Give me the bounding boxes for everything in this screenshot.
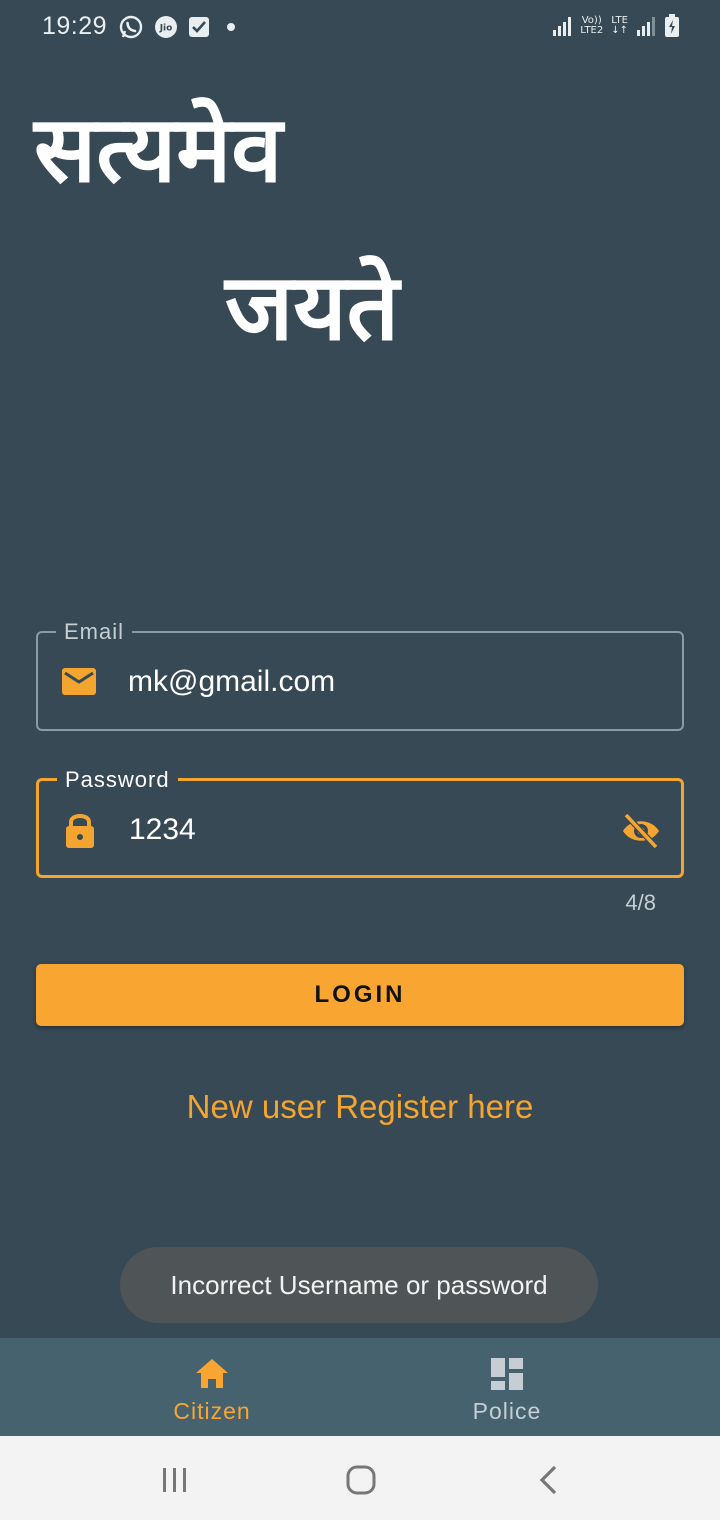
signal-icon <box>553 17 572 36</box>
bottom-navigation: Citizen Police <box>0 1338 720 1436</box>
eye-off-icon[interactable] <box>621 811 661 851</box>
password-field[interactable]: Password 1234 <box>36 767 684 878</box>
status-notification-icons: Jio <box>118 14 242 40</box>
hero-title-line-2: जयते <box>225 254 400 361</box>
whatsapp-icon <box>119 15 143 39</box>
nav-item-police[interactable]: Police <box>407 1338 607 1436</box>
home-icon <box>196 1359 228 1388</box>
system-navigation-bar <box>0 1436 720 1520</box>
status-time: 19:29 <box>42 12 108 40</box>
back-icon[interactable] <box>536 1464 562 1496</box>
login-button[interactable]: LOGIN <box>36 964 684 1026</box>
status-system-icons: Vo)) LTE2 LTE ↓↑ <box>552 14 680 38</box>
password-counter: 4/8 <box>625 890 656 915</box>
register-link[interactable]: New user Register here <box>0 1088 720 1126</box>
toast-message: Incorrect Username or password <box>170 1269 548 1300</box>
jio-icon: Jio <box>155 16 177 38</box>
volte-bottom-label: LTE2 <box>580 25 604 36</box>
svg-text:Jio: Jio <box>159 24 173 34</box>
password-value[interactable]: 1234 <box>129 813 196 847</box>
mail-icon <box>62 668 96 695</box>
password-label: Password <box>57 767 178 793</box>
arrows-glyph: ↓↑ <box>611 25 628 36</box>
task-check-icon <box>189 17 209 37</box>
lock-icon <box>66 814 94 848</box>
error-toast: Incorrect Username or password <box>120 1247 598 1323</box>
status-bar: 19:29 Jio Vo)) LTE2 LTE ↓↑ <box>0 0 720 56</box>
dot-icon <box>227 23 235 31</box>
email-label: Email <box>56 619 133 645</box>
nav-item-citizen[interactable]: Citizen <box>112 1338 312 1436</box>
hero-title-line-1: सत्यमेव <box>34 96 283 203</box>
email-value[interactable]: mk@gmail.com <box>128 665 335 699</box>
dashboard-icon <box>491 1358 523 1390</box>
signal-2-icon <box>637 17 655 36</box>
nav-label-citizen: Citizen <box>173 1398 251 1424</box>
data-arrows-icon: LTE ↓↑ <box>611 16 628 36</box>
home-button-icon[interactable] <box>345 1464 377 1496</box>
volte-icon: Vo)) LTE2 <box>580 16 603 36</box>
nav-label-police: Police <box>472 1398 542 1424</box>
recent-apps-icon[interactable] <box>160 1466 190 1494</box>
battery-charging-icon <box>665 14 679 37</box>
email-field[interactable]: Email mk@gmail.com <box>36 619 684 731</box>
